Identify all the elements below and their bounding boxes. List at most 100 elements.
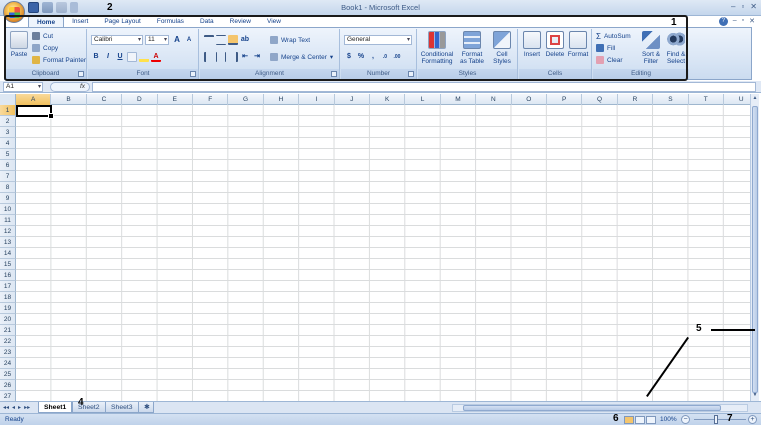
column-header[interactable]: Q [582, 94, 618, 105]
row-header[interactable]: 26 [0, 380, 16, 391]
column-header[interactable]: D [122, 94, 158, 105]
office-button[interactable] [3, 1, 25, 23]
sheet-tab-sheet3[interactable]: Sheet3 [105, 402, 139, 413]
row-header[interactable]: 15 [0, 259, 16, 270]
row-header[interactable]: 4 [0, 138, 16, 149]
format-cells-button[interactable]: Format [567, 31, 589, 58]
insert-sheet-icon[interactable]: ✱ [138, 402, 154, 413]
format-as-table-button[interactable]: Format as Table [458, 31, 486, 65]
align-top-icon[interactable] [204, 35, 214, 45]
column-header[interactable]: F [193, 94, 229, 105]
zoom-level[interactable]: 100% [660, 416, 677, 423]
column-header[interactable]: G [228, 94, 264, 105]
tab-view[interactable]: View [259, 16, 289, 27]
tab-data[interactable]: Data [192, 16, 222, 27]
increase-decimal-button[interactable]: .0 [380, 52, 390, 62]
column-header[interactable]: L [405, 94, 441, 105]
tab-insert[interactable]: Insert [64, 16, 96, 27]
merge-center-button[interactable]: Merge & Center ▾ [270, 53, 333, 61]
sort-filter-button[interactable]: Sort & Filter [640, 31, 662, 65]
number-launcher-icon[interactable] [408, 71, 414, 77]
row-header[interactable]: 7 [0, 171, 16, 182]
column-header[interactable]: R [618, 94, 654, 105]
column-header[interactable]: M [441, 94, 477, 105]
clipboard-launcher-icon[interactable] [78, 71, 84, 77]
insert-cells-button[interactable]: Insert [521, 31, 543, 58]
worksheet-grid[interactable]: ABCDEFGHIJKLMNOPQRSTU 1 2 3 4 5 6 7 8 9 10 11 12 13 1… [0, 94, 750, 401]
fill-button[interactable]: Fill [596, 44, 615, 52]
column-header[interactable]: I [299, 94, 335, 105]
row-header[interactable]: 19 [0, 303, 16, 314]
column-header[interactable]: S [653, 94, 689, 105]
copy-button[interactable]: Copy [32, 44, 58, 52]
active-cell-cursor[interactable] [16, 105, 54, 119]
decrease-decimal-button[interactable]: .00 [392, 52, 402, 62]
cell-styles-button[interactable]: Cell Styles [489, 31, 515, 65]
row-header[interactable]: 13 [0, 237, 16, 248]
column-header[interactable]: C [87, 94, 123, 105]
tab-review[interactable]: Review [222, 16, 259, 27]
zoom-slider-track[interactable] [694, 419, 746, 420]
autosum-button[interactable]: Σ AutoSum [596, 32, 631, 41]
row-header[interactable]: 18 [0, 292, 16, 303]
zoom-slider-knob[interactable] [714, 415, 718, 424]
conditional-formatting-button[interactable]: Conditional Formatting [420, 31, 454, 65]
paste-button[interactable]: Paste [8, 31, 30, 58]
row-header[interactable]: 14 [0, 248, 16, 259]
first-sheet-icon[interactable]: ◂◂ [3, 404, 9, 411]
workbook-close-icon[interactable]: ✕ [749, 17, 755, 26]
horizontal-scrollbar[interactable] [452, 404, 748, 412]
comma-button[interactable]: , [368, 52, 378, 62]
row-header[interactable]: 10 [0, 204, 16, 215]
column-header[interactable]: T [689, 94, 724, 105]
row-header[interactable]: 9 [0, 193, 16, 204]
currency-button[interactable]: $ [344, 52, 354, 62]
row-header[interactable]: 17 [0, 281, 16, 292]
column-header[interactable]: O [512, 94, 547, 105]
column-header[interactable]: H [264, 94, 300, 105]
borders-icon[interactable] [127, 52, 137, 62]
orientation-icon[interactable]: ab [240, 35, 250, 45]
row-header[interactable]: 20 [0, 314, 16, 325]
tab-page-layout[interactable]: Page Layout [96, 16, 149, 27]
align-center-icon[interactable] [216, 52, 226, 62]
zoom-in-button[interactable]: + [748, 415, 757, 424]
shrink-font-button[interactable]: A [184, 35, 194, 45]
cut-button[interactable]: Cut [32, 32, 53, 40]
page-break-view-icon[interactable] [646, 416, 656, 424]
italic-button[interactable]: I [103, 52, 113, 62]
row-header[interactable]: 2 [0, 116, 16, 127]
last-sheet-icon[interactable]: ▸▸ [24, 404, 30, 411]
row-header[interactable]: 25 [0, 369, 16, 380]
font-size-select[interactable]: 11 [145, 35, 169, 45]
format-painter-button[interactable]: Format Painter [32, 56, 86, 64]
column-header[interactable]: P [547, 94, 583, 105]
scroll-down-icon[interactable]: ▼ [751, 392, 759, 400]
horizontal-scroll-thumb[interactable] [463, 405, 721, 411]
wrap-text-button[interactable]: Wrap Text [270, 36, 310, 44]
column-header[interactable]: E [158, 94, 193, 105]
find-select-button[interactable]: Find & Select [664, 31, 688, 65]
row-header[interactable]: 16 [0, 270, 16, 281]
help-icon[interactable]: ? [718, 17, 728, 26]
tab-formulas[interactable]: Formulas [149, 16, 192, 27]
underline-button[interactable]: U [115, 52, 125, 62]
align-right-icon[interactable] [228, 52, 238, 62]
row-header[interactable]: 11 [0, 215, 16, 226]
row-header[interactable]: 5 [0, 149, 16, 160]
fill-color-icon[interactable] [139, 52, 149, 62]
minimize-button[interactable]: – [731, 2, 735, 11]
font-launcher-icon[interactable] [190, 71, 196, 77]
column-header[interactable]: B [51, 94, 87, 105]
column-header[interactable]: K [370, 94, 406, 105]
font-name-select[interactable]: Calibri [91, 35, 143, 45]
row-header[interactable]: 6 [0, 160, 16, 171]
row-header[interactable]: 27 [0, 391, 16, 401]
scroll-up-icon[interactable]: ▲ [751, 95, 759, 103]
bold-button[interactable]: B [91, 52, 101, 62]
align-left-icon[interactable] [204, 52, 214, 62]
restore-button[interactable]: ▫ [741, 2, 744, 11]
zoom-out-button[interactable]: − [681, 415, 690, 424]
row-header[interactable]: 24 [0, 358, 16, 369]
sheet-tab-sheet1[interactable]: Sheet1 [38, 402, 73, 413]
